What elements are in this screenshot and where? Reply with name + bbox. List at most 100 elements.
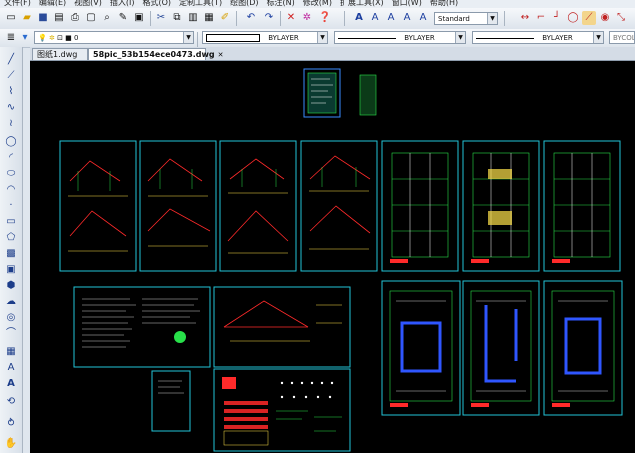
layer-color-icon: ■	[65, 34, 72, 42]
find-icon[interactable]: ⌕	[100, 11, 114, 25]
chevron-down-icon: ▼	[317, 32, 327, 43]
plotstyle-value: BYCOLOR	[613, 34, 635, 42]
donut-icon[interactable]: ◎	[4, 311, 18, 324]
menu-item[interactable]: 格式(O)	[142, 0, 171, 7]
close-icon[interactable]: ✕	[218, 51, 224, 59]
menu-item[interactable]: 修改(M)	[303, 0, 332, 7]
text-style-icon[interactable]: A	[416, 11, 430, 25]
insert-block-icon[interactable]: ⟲	[4, 395, 18, 408]
chevron-down-icon: ▼	[487, 13, 497, 24]
wipeout-icon[interactable]: ⌒	[4, 327, 18, 340]
plan-row2-grid-green	[389, 290, 615, 402]
layer-manager-icon[interactable]: ≣	[4, 31, 18, 45]
ordinate-dimension-icon[interactable]: ┘	[550, 11, 564, 25]
copy-icon[interactable]: ⧉	[170, 11, 184, 25]
ellipse-arc-icon[interactable]: ◠	[4, 183, 18, 196]
plotstyle-select[interactable]: BYCOLOR	[609, 31, 635, 44]
hatch-icon[interactable]: ▩	[4, 247, 18, 260]
menu-item[interactable]: 视图(V)	[74, 0, 102, 7]
text-edit-icon[interactable]: A	[384, 11, 398, 25]
paste-icon[interactable]: ▥	[186, 11, 200, 25]
aligned-dimension-icon[interactable]: ⌐	[534, 11, 548, 25]
menu-item[interactable]: 窗口(W)	[392, 0, 422, 7]
radius-dimension-icon[interactable]: ◯	[566, 11, 580, 25]
cut-icon[interactable]: ✂	[154, 11, 168, 25]
pan-hand-icon[interactable]: ✋	[4, 437, 18, 450]
polygon-icon[interactable]: ⬠	[4, 231, 18, 244]
detail-table-yellow	[223, 430, 269, 446]
angular-dimension-icon[interactable]: ◉	[598, 11, 612, 25]
plan-grids-green	[391, 152, 611, 258]
text-style-select[interactable]: Standard ▼	[434, 12, 498, 25]
plan-row2-walls-blue	[400, 305, 602, 383]
menu-item[interactable]: 绘图(D)	[230, 0, 258, 7]
regen-icon[interactable]: ✲	[300, 11, 314, 25]
region-icon[interactable]: ▣	[4, 263, 18, 276]
arc-icon[interactable]: ◜	[4, 151, 18, 164]
ellipse-icon[interactable]: ⬭	[4, 167, 18, 180]
section-details-green	[77, 167, 357, 191]
multiline-text-icon[interactable]: A	[352, 11, 366, 25]
section-annotations-yellow	[68, 190, 369, 254]
multiline-text-tool-icon[interactable]: A	[4, 361, 18, 374]
tab-drawing1[interactable]: 图纸1.dwg	[32, 48, 88, 60]
plot-icon[interactable]: ▣	[132, 11, 146, 25]
spline-icon[interactable]: ∿	[4, 101, 18, 114]
rectangle-icon[interactable]: ▭	[4, 215, 18, 228]
detail-table-red	[224, 401, 268, 429]
layer-state-icon[interactable]: ▾	[18, 31, 32, 45]
line-icon[interactable]: ╱	[4, 53, 18, 66]
table-icon[interactable]: ▦	[4, 345, 18, 358]
linetype-select[interactable]: BYLAYER ▼	[334, 31, 466, 44]
help-icon[interactable]: ❓	[318, 11, 332, 25]
construction-line-icon[interactable]: ⟋	[4, 69, 18, 82]
tab-label: 58pic_53b154ece0473.dwg	[93, 50, 215, 59]
text-tool-icon[interactable]: A	[4, 377, 18, 390]
circle-icon[interactable]: ◯	[4, 135, 18, 148]
new-file-icon[interactable]: ▭	[4, 11, 18, 25]
menu-item[interactable]: 编辑(E)	[39, 0, 66, 7]
polyline-icon[interactable]: ⌇	[4, 85, 18, 98]
color-select[interactable]: BYLAYER ▼	[202, 31, 328, 44]
document-tabs: 图纸1.dwg 58pic_53b154ece0473.dwg ✕	[30, 47, 635, 61]
layer-select[interactable]: 💡 ✲ ⊡ ■ 0 ▼	[34, 31, 194, 44]
detail-legend-red	[222, 377, 236, 389]
paste-special-icon[interactable]: ▦	[202, 11, 216, 25]
match-properties-icon[interactable]: ✐	[218, 11, 232, 25]
legend-strip	[359, 74, 377, 116]
menu-item[interactable]: 插入(I)	[110, 0, 135, 7]
multiline-icon[interactable]: ≀	[4, 117, 18, 130]
erase-icon[interactable]: ✕	[284, 11, 298, 25]
redo-icon[interactable]: ↷	[262, 11, 276, 25]
linear-dimension-icon[interactable]: ↔	[518, 11, 532, 25]
print-preview-icon[interactable]: ▤	[52, 11, 66, 25]
menu-item[interactable]: 帮助(H)	[430, 0, 458, 7]
linetype-value: BYLAYER	[404, 34, 435, 42]
open-folder-icon[interactable]: ▰	[20, 11, 34, 25]
menu-item[interactable]: 标注(N)	[267, 0, 295, 7]
text-find-icon[interactable]: A	[400, 11, 414, 25]
publish-icon[interactable]: ▢	[84, 11, 98, 25]
block-icon[interactable]: ⬢	[4, 279, 18, 292]
quick-dimension-icon[interactable]: ⤡	[614, 11, 628, 25]
plan-row2-walls-white	[396, 300, 608, 392]
swirl-icon[interactable]: ⥁	[4, 417, 18, 430]
section-sheets-row1	[59, 140, 378, 272]
lineweight-preview	[476, 37, 534, 39]
diameter-dimension-icon[interactable]: ⟋	[582, 11, 596, 25]
single-line-text-icon[interactable]: A	[368, 11, 382, 25]
check-spelling-icon[interactable]: ✎	[116, 11, 130, 25]
plan-row2-titleblocks-red	[390, 403, 570, 407]
revision-cloud-icon[interactable]: ☁	[4, 295, 18, 308]
menu-item[interactable]: 文件(F)	[4, 0, 31, 7]
save-icon[interactable]: ■	[36, 11, 50, 25]
menu-item[interactable]: 定制工具(T)	[179, 0, 222, 7]
color-value: BYLAYER	[268, 34, 299, 42]
drawing-canvas[interactable]	[30, 61, 635, 453]
point-icon[interactable]: ·	[4, 199, 18, 212]
menu-item[interactable]: 扩展工具(X)	[340, 0, 384, 7]
undo-icon[interactable]: ↶	[244, 11, 258, 25]
print-icon[interactable]: ⎙	[68, 11, 82, 25]
lineweight-select[interactable]: BYLAYER ▼	[472, 31, 604, 44]
tab-active-dwg[interactable]: 58pic_53b154ece0473.dwg ✕	[88, 48, 224, 60]
